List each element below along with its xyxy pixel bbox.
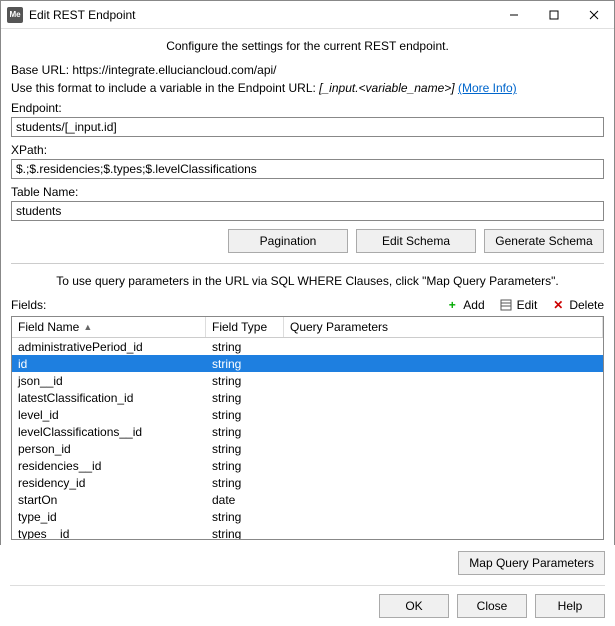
table-name-label: Table Name: (11, 185, 604, 199)
plus-icon: + (445, 298, 459, 312)
cell-field-name: json__id (12, 374, 206, 388)
app-icon: Me (7, 7, 23, 23)
cell-field-name: residency_id (12, 476, 206, 490)
close-button[interactable]: Close (457, 594, 527, 618)
endpoint-input[interactable] (11, 117, 604, 137)
grid-header: Field Name ▲ Field Type Query Parameters (12, 317, 603, 338)
cell-field-name: latestClassification_id (12, 391, 206, 405)
cell-field-name: types__id (12, 527, 206, 540)
base-url-value: https://integrate.elluciancloud.com/api/ (72, 63, 276, 77)
add-field-button[interactable]: + Add (445, 298, 484, 312)
minimize-button[interactable] (494, 1, 534, 29)
column-header-query[interactable]: Query Parameters (284, 317, 603, 337)
edit-schema-button[interactable]: Edit Schema (356, 229, 476, 253)
column-header-name[interactable]: Field Name ▲ (12, 317, 206, 337)
divider (11, 263, 604, 264)
more-info-link[interactable]: (More Info) (458, 81, 517, 95)
delete-icon: ✕ (551, 298, 565, 312)
table-row[interactable]: levelClassifications__idstring (12, 423, 603, 440)
minimize-icon (509, 10, 519, 20)
table-row[interactable]: json__idstring (12, 372, 603, 389)
cell-field-name: levelClassifications__id (12, 425, 206, 439)
cell-field-type: string (206, 408, 284, 422)
ok-button[interactable]: OK (379, 594, 449, 618)
cell-field-type: string (206, 476, 284, 490)
cell-field-type: string (206, 340, 284, 354)
table-row[interactable]: latestClassification_idstring (12, 389, 603, 406)
generate-schema-button[interactable]: Generate Schema (484, 229, 604, 253)
xpath-input[interactable] (11, 159, 604, 179)
where-clause-hint: To use query parameters in the URL via S… (11, 274, 604, 288)
table-row[interactable]: person_idstring (12, 440, 603, 457)
help-button[interactable]: Help (535, 594, 605, 618)
format-hint-prefix: Use this format to include a variable in… (11, 81, 319, 95)
cell-field-name: id (12, 357, 206, 371)
cell-field-name: person_id (12, 442, 206, 456)
maximize-button[interactable] (534, 1, 574, 29)
edit-icon (499, 298, 513, 312)
cell-field-type: string (206, 357, 284, 371)
table-row[interactable]: startOndate (12, 491, 603, 508)
table-row[interactable]: type_idstring (12, 508, 603, 525)
table-row[interactable]: types__idstring (12, 525, 603, 539)
table-row[interactable]: idstring (12, 355, 603, 372)
sort-ascending-icon: ▲ (83, 322, 92, 332)
cell-field-name: type_id (12, 510, 206, 524)
cell-field-type: string (206, 459, 284, 473)
endpoint-label: Endpoint: (11, 101, 604, 115)
cell-field-name: administrativePeriod_id (12, 340, 206, 354)
maximize-icon (549, 10, 559, 20)
cell-field-name: level_id (12, 408, 206, 422)
cell-field-type: string (206, 527, 284, 540)
table-name-input[interactable] (11, 201, 604, 221)
map-query-parameters-button[interactable]: Map Query Parameters (458, 551, 605, 575)
column-header-type[interactable]: Field Type (206, 317, 284, 337)
edit-label: Edit (517, 298, 538, 312)
edit-field-button[interactable]: Edit (499, 298, 538, 312)
cell-field-type: string (206, 374, 284, 388)
cell-field-type: string (206, 391, 284, 405)
cell-field-type: string (206, 425, 284, 439)
cell-field-type: string (206, 442, 284, 456)
close-window-button[interactable] (574, 1, 614, 29)
close-icon (589, 10, 599, 20)
cell-field-name: residencies__id (12, 459, 206, 473)
cell-field-type: date (206, 493, 284, 507)
add-label: Add (463, 298, 484, 312)
table-row[interactable]: residency_idstring (12, 474, 603, 491)
delete-label: Delete (569, 298, 604, 312)
base-url-label: Base URL: (11, 63, 69, 77)
table-row[interactable]: administrativePeriod_idstring (12, 338, 603, 355)
grid-body[interactable]: administrativePeriod_idstringidstringjso… (12, 338, 603, 539)
delete-field-button[interactable]: ✕ Delete (551, 298, 604, 312)
fields-label: Fields: (11, 298, 46, 312)
cell-field-type: string (206, 510, 284, 524)
format-hint-example: [_input.<variable_name>] (319, 81, 454, 95)
dialog-description: Configure the settings for the current R… (11, 39, 604, 53)
window-title: Edit REST Endpoint (29, 8, 494, 22)
fields-grid: Field Name ▲ Field Type Query Parameters… (11, 316, 604, 540)
cell-field-name: startOn (12, 493, 206, 507)
table-row[interactable]: residencies__idstring (12, 457, 603, 474)
xpath-label: XPath: (11, 143, 604, 157)
table-row[interactable]: level_idstring (12, 406, 603, 423)
pagination-button[interactable]: Pagination (228, 229, 348, 253)
title-bar: Me Edit REST Endpoint (1, 1, 614, 29)
